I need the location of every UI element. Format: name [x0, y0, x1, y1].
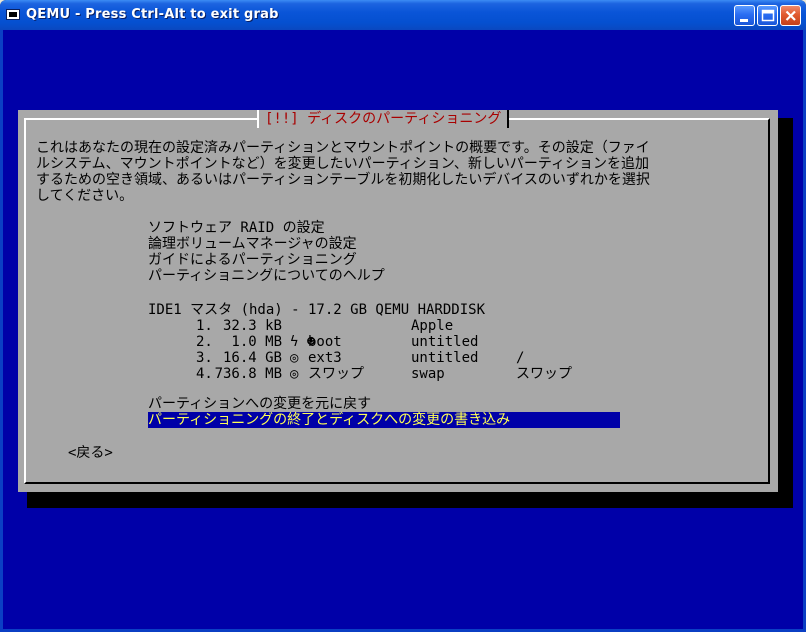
dialog-shadow-bottom: [27, 490, 793, 508]
description-line: してください。: [36, 188, 134, 204]
partition-size: 1.0 MB: [231, 334, 282, 350]
close-button[interactable]: [780, 5, 801, 26]
qemu-window: QEMU - Press Ctrl-Alt to exit grab [!!] …: [0, 0, 806, 632]
partition-mountpoint: /: [516, 350, 525, 366]
action-menu: パーティションへの変更を元に戻す パーティショニングの終了とディスクへの変更の書…: [148, 396, 620, 428]
menu-item-lvm[interactable]: 論理ボリュームマネージャの設定: [148, 236, 385, 252]
description-line: これはあなたの現在の設定済みパーティションとマウントポイントの概要です。その設定…: [36, 140, 650, 156]
title-bar[interactable]: QEMU - Press Ctrl-Alt to exit grab: [0, 0, 806, 30]
partition-number: 1.: [196, 318, 213, 334]
close-icon: [785, 10, 796, 21]
partition-row-1[interactable]: 1. 32.3 kB Apple: [148, 318, 608, 334]
partition-number: 4.: [196, 366, 213, 382]
menu-item-partitioning-help[interactable]: パーティショニングについてのヘルプ: [148, 268, 385, 284]
partition-row-3[interactable]: 3. 16.4 GB ◎ ext3 untitled /: [148, 350, 608, 366]
format-flag-icon: ◎: [290, 350, 299, 366]
partition-number: 3.: [196, 350, 213, 366]
dialog-shadow-right: [777, 118, 793, 508]
disk-entry[interactable]: IDE1 マスタ (hda) - 17.2 GB QEMU HARDDISK: [148, 302, 608, 318]
dialog-description: これはあなたの現在の設定済みパーティションとマウントポイントの概要です。その設定…: [36, 140, 761, 204]
partition-name: untitled: [411, 350, 479, 366]
partition-row-4[interactable]: 4. 736.8 MB ◎ スワップ swap スワップ: [148, 366, 608, 382]
partition-filesystem: boot: [308, 334, 342, 350]
disk-list: IDE1 マスタ (hda) - 17.2 GB QEMU HARDDISK 1…: [148, 302, 608, 382]
maximize-button[interactable]: [757, 5, 778, 26]
partition-row-2[interactable]: 2. 1.0 MB ϟ ☻ boot untitled: [148, 334, 608, 350]
partition-size: 736.8 MB: [214, 366, 282, 382]
description-line: するための空き領域、あるいはパーティションテーブルを初期化したいデバイスのいずれ…: [36, 172, 650, 188]
config-menu: ソフトウェア RAID の設定 論理ボリュームマネージャの設定 ガイドによるパー…: [148, 220, 385, 284]
partition-filesystem: ext3: [308, 350, 342, 366]
back-button[interactable]: <戻る>: [68, 445, 113, 461]
partition-filesystem: スワップ: [308, 366, 364, 382]
partition-number: 2.: [196, 334, 213, 350]
minimize-button[interactable]: [734, 5, 755, 26]
partition-name: swap: [411, 366, 445, 382]
format-flag-icon: ◎: [290, 366, 299, 382]
partition-mountpoint: スワップ: [516, 366, 572, 382]
partition-size: 32.3 kB: [222, 318, 282, 334]
partition-size: 16.4 GB: [222, 350, 282, 366]
qemu-app-icon: [6, 9, 20, 20]
partition-name: untitled: [411, 334, 479, 350]
undo-changes-item[interactable]: パーティションへの変更を元に戻す: [148, 396, 620, 412]
partition-dialog: [!!] ディスクのパーティショニング これはあなたの現在の設定済みパーティショ…: [18, 110, 778, 492]
minimize-icon: [740, 19, 748, 22]
description-line: ルシステム、マウントポイントなど）を変更したいパーティション、新しいパーティショ…: [36, 156, 650, 172]
menu-item-software-raid[interactable]: ソフトウェア RAID の設定: [148, 220, 385, 236]
window-title: QEMU - Press Ctrl-Alt to exit grab: [26, 7, 279, 22]
maximize-icon: [761, 9, 775, 22]
dialog-title: [!!] ディスクのパーティショニング: [257, 110, 510, 128]
disk-label: IDE1 マスタ (hda) - 17.2 GB QEMU HARDDISK: [148, 302, 486, 318]
partition-name: Apple: [411, 318, 454, 334]
menu-item-guided-partitioning[interactable]: ガイドによるパーティショニング: [148, 252, 385, 268]
finish-partitioning-item[interactable]: パーティショニングの終了とディスクへの変更の書き込み: [148, 412, 620, 428]
